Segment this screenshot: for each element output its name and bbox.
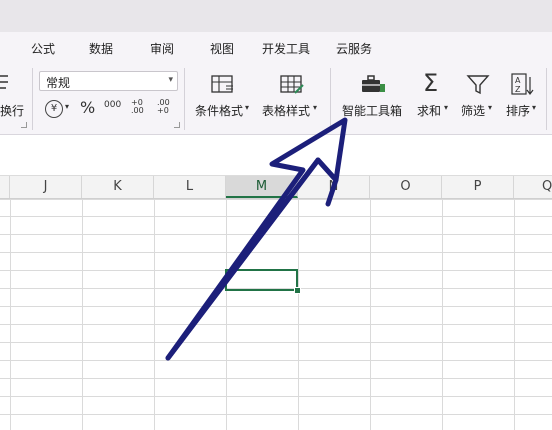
annotation-arrow [165, 117, 348, 361]
